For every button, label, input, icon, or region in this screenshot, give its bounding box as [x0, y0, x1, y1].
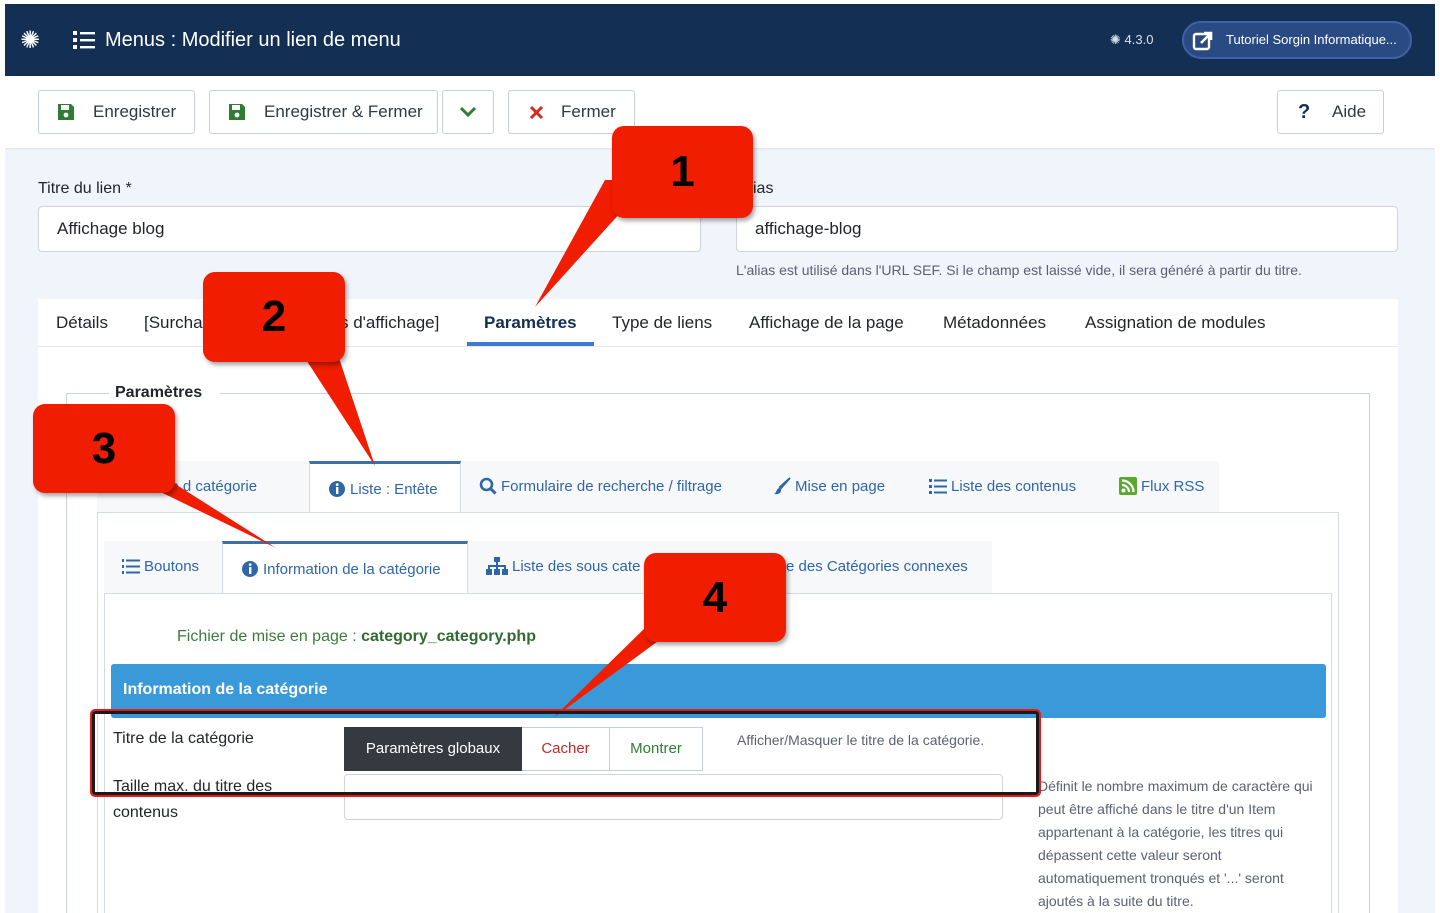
app-window: ✺ Menus : Modifier un lien de menu ✺ 4.3…: [5, 4, 1435, 913]
tab-display-overrides-rest[interactable]: s d'affichage]: [340, 313, 439, 333]
subtab-category-image[interactable]: Image d catégorie: [97, 461, 309, 513]
switch-hide[interactable]: Cacher: [522, 727, 610, 771]
floppy-disk-icon: [58, 104, 74, 120]
search-icon: [479, 477, 497, 495]
main-tabs: Détails [Surcha s d'affichage] Paramètre…: [38, 299, 1398, 347]
section-title: Information de la catégorie: [123, 681, 328, 698]
parameters-fieldset: Paramètres Image d catégorie Liste : Ent…: [66, 384, 1370, 913]
max-title-label-line2: contenus: [113, 804, 178, 821]
brush-icon: [774, 477, 791, 495]
tab-page-display[interactable]: Affichage de la page: [749, 313, 904, 333]
innertab-buttons[interactable]: Boutons: [104, 541, 222, 593]
subtab-category-image-label: Image d: [137, 478, 192, 495]
edit-panel: Détails [Surcha s d'affichage] Paramètre…: [38, 299, 1398, 913]
layout-file-value: category_category.php: [361, 628, 536, 645]
layout-file-label: Fichier de mise en page :: [177, 628, 357, 645]
tab-link-type[interactable]: Type de liens: [612, 313, 712, 333]
tab-module-assignment[interactable]: Assignation de modules: [1085, 313, 1266, 333]
info-icon: [242, 561, 258, 577]
parameter-subtabs: Image d catégorie Liste : Entête Formula…: [97, 461, 1339, 513]
subtab-layout[interactable]: Mise en page: [757, 461, 907, 513]
innertab-buttons-label: Boutons: [144, 558, 200, 575]
subtab-list-header-label: Liste : Entête: [350, 481, 438, 498]
question-icon: ?: [1298, 101, 1311, 123]
subtab-content-list-label: Liste des contenus: [951, 478, 1077, 495]
save-label: Enregistrer: [93, 102, 177, 121]
info-icon: [329, 481, 345, 497]
tab-parameters[interactable]: Paramètres: [484, 313, 577, 333]
switch-global-settings[interactable]: Paramètres globaux: [344, 727, 522, 771]
ordered-list-icon: [122, 559, 140, 574]
subtab-rss-feed[interactable]: Flux RSS: [1099, 461, 1219, 513]
help-label: Aide: [1332, 102, 1367, 121]
close-label: Fermer: [561, 102, 616, 121]
active-tab-indicator: [467, 342, 594, 346]
alias-input[interactable]: affichage-blog: [736, 206, 1398, 252]
layout-file-info: Fichier de mise en page : category_categ…: [177, 628, 536, 646]
title-input[interactable]: Affichage blog: [38, 206, 701, 252]
version-number: 4.3.0: [1124, 32, 1154, 47]
close-button[interactable]: Fermer: [508, 90, 635, 134]
header-bar: ✺ Menus : Modifier un lien de menu ✺ 4.3…: [5, 4, 1435, 76]
category-title-desc: Afficher/Masquer le titre de la catégori…: [737, 732, 985, 748]
subtab-search-filter-label: Formulaire de recherche / filtrage: [501, 478, 722, 495]
subtab-rss-label: Flux RSS: [1141, 478, 1205, 495]
main-content: Titre du lien * Affichage blog ias affic…: [5, 148, 1435, 913]
save-button[interactable]: Enregistrer: [38, 90, 195, 134]
toolbar: Enregistrer Enregistrer & Fermer Fermer …: [5, 76, 1435, 148]
image-icon: [115, 479, 133, 493]
innertab-category-info[interactable]: Information de la catégorie: [222, 541, 468, 593]
fieldset-legend: Paramètres: [109, 384, 221, 402]
alias-field-label: ias: [753, 180, 774, 197]
innertab-subcategories-label: Liste des sous cate: [512, 558, 641, 575]
list-icon: [929, 479, 947, 494]
innertab-subcategories[interactable]: Liste des sous cate: [468, 541, 768, 593]
max-title-input[interactable]: [344, 774, 1003, 820]
site-button[interactable]: Tutoriel Sorgin Informatique...: [1182, 21, 1412, 59]
category-info-panel: Fichier de mise en page : category_categ…: [104, 593, 1332, 913]
save-dropdown-button[interactable]: [442, 90, 494, 134]
innertab-related-categories[interactable]: e des Catégories connexes: [768, 541, 992, 593]
chevron-down-icon: [459, 106, 477, 118]
max-title-label-line1: Taille max. du titre des: [113, 778, 273, 795]
save-close-button[interactable]: Enregistrer & Fermer: [209, 90, 438, 134]
save-close-label: Enregistrer & Fermer: [264, 102, 423, 121]
sitemap-icon: [486, 557, 508, 575]
category-title-label: Titre de la catégorie: [113, 730, 254, 747]
section-header: Information de la catégorie: [111, 664, 1326, 718]
close-icon: [529, 105, 544, 120]
alias-hint: L'alias est utilisé dans l'URL SEF. Si l…: [736, 262, 1302, 278]
tab-metadata[interactable]: Métadonnées: [943, 313, 1046, 333]
subtab-content-list[interactable]: Liste des contenus: [907, 461, 1099, 513]
rss-icon: [1119, 477, 1137, 495]
subtab-layout-label: Mise en page: [795, 478, 886, 495]
version-label: ✺ 4.3.0: [1110, 32, 1153, 48]
joomla-small-icon: ✺: [1110, 32, 1121, 47]
subtab-list-header[interactable]: Liste : Entête: [309, 461, 461, 513]
tab-details[interactable]: Détails: [56, 313, 108, 333]
help-button[interactable]: ? Aide: [1277, 90, 1384, 134]
subtab-search-filter-form[interactable]: Formulaire de recherche / filtrage: [461, 461, 757, 513]
joomla-logo-icon[interactable]: ✺: [15, 26, 45, 56]
list-header-panel: Boutons Information de la catégorie List…: [97, 512, 1339, 913]
page-title: Menus : Modifier un lien de menu: [105, 29, 401, 51]
external-link-icon: [1192, 31, 1213, 51]
subtab-category-image-label-end: catégorie: [195, 478, 258, 495]
menu-list-icon: [73, 31, 95, 49]
inner-tabs: Boutons Information de la catégorie List…: [104, 541, 992, 593]
tab-display-overrides[interactable]: [Surcha: [144, 313, 203, 333]
innertab-category-info-label: Information de la catégorie: [263, 561, 441, 578]
floppy-disk-icon: [229, 104, 245, 120]
max-title-desc: Définit le nombre maximum de caractère q…: [1038, 778, 1313, 909]
title-field-label: Titre du lien *: [38, 180, 132, 197]
site-button-label: Tutoriel Sorgin Informatique...: [1226, 32, 1397, 47]
switch-show[interactable]: Montrer: [610, 727, 703, 771]
